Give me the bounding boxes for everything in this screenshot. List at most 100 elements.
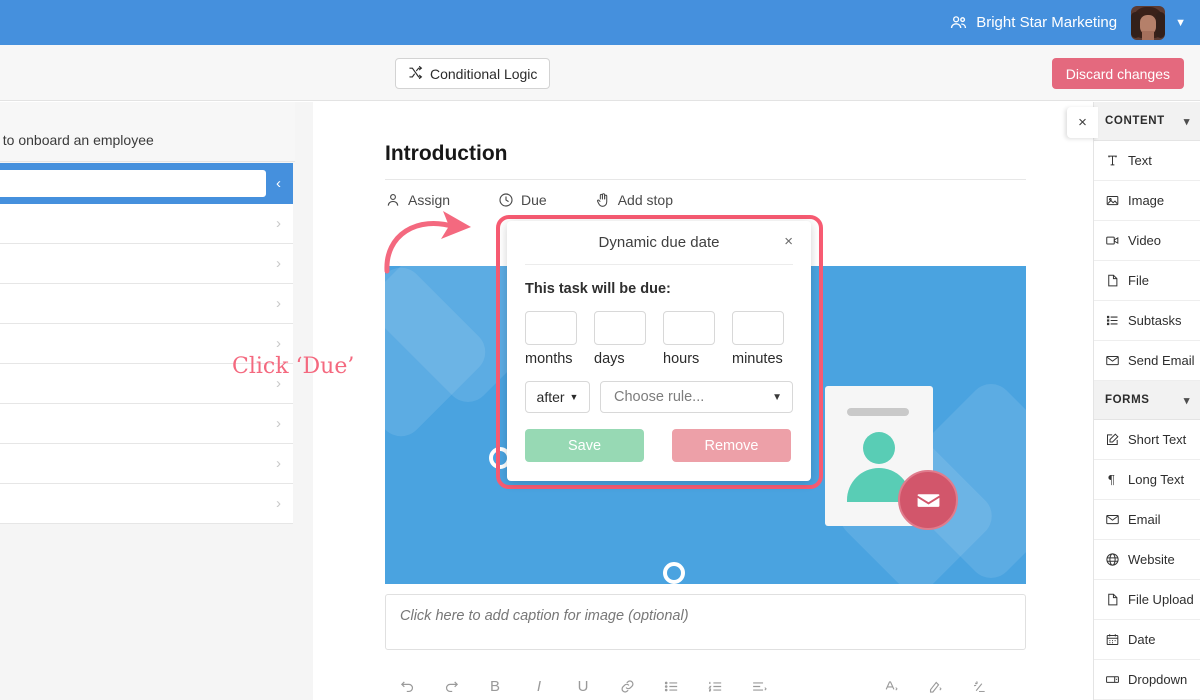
discard-changes-label: Discard changes (1065, 65, 1170, 82)
globe-icon (1105, 552, 1120, 567)
months-field: months (525, 311, 577, 367)
chevron-down-icon[interactable]: ▼ (1175, 17, 1186, 29)
minutes-input[interactable] (732, 311, 784, 345)
task-row[interactable]: › (0, 404, 293, 444)
sidebar-item-file-upload[interactable]: File Upload (1094, 580, 1200, 620)
annotation-text: Click ‘Due’ (232, 354, 355, 379)
chevron-right-icon[interactable]: › (276, 215, 281, 232)
sidebar-item-website[interactable]: Website (1094, 540, 1200, 580)
chevron-right-icon[interactable]: › (276, 335, 281, 352)
organization-selector[interactable]: Bright Star Marketing (949, 13, 1117, 32)
days-input[interactable] (594, 311, 646, 345)
sidebar-item-text[interactable]: Text (1094, 141, 1200, 181)
divider (385, 179, 1026, 180)
sidebar-item-file[interactable]: File (1094, 261, 1200, 301)
due-label: Due (521, 192, 547, 208)
font-color-icon[interactable] (869, 678, 913, 695)
discard-changes-button[interactable]: Discard changes (1051, 58, 1184, 89)
align-icon[interactable] (737, 678, 781, 695)
hand-icon (595, 192, 611, 208)
bold-icon[interactable]: B (473, 678, 517, 695)
task-name-input[interactable] (0, 170, 266, 197)
due-action[interactable]: Due (498, 192, 547, 208)
undo-icon[interactable] (385, 678, 429, 695)
months-input[interactable] (525, 311, 577, 345)
chevron-right-icon[interactable]: › (276, 455, 281, 472)
text-icon (1105, 153, 1120, 168)
sidebar-item-long-text[interactable]: ¶ Long Text (1094, 460, 1200, 500)
days-label: days (594, 351, 625, 367)
sidebar-item-video[interactable]: Video (1094, 221, 1200, 261)
chevron-down-icon[interactable]: ▾ (1184, 394, 1190, 407)
clear-format-icon[interactable] (957, 678, 1001, 695)
section-header-forms[interactable]: FORMS ▾ (1094, 381, 1200, 420)
relation-dropdown[interactable]: after ▼ (525, 381, 590, 413)
file-icon (1105, 273, 1120, 288)
decoration-circle (663, 562, 685, 584)
link-icon[interactable] (605, 678, 649, 695)
sidebar-item-image[interactable]: Image (1094, 181, 1200, 221)
hours-input[interactable] (663, 311, 715, 345)
save-button[interactable]: Save (525, 429, 644, 462)
avatar[interactable] (1131, 5, 1166, 40)
sidebar-item-short-text[interactable]: Short Text (1094, 420, 1200, 460)
sidebar-item-dropdown[interactable]: Dropdown (1094, 660, 1200, 700)
sidebar-item-label: Text (1128, 153, 1152, 168)
chevron-right-icon[interactable]: › (276, 495, 281, 512)
left-sidebar-subtitle: t to onboard an employee (0, 102, 295, 162)
organization-name: Bright Star Marketing (976, 14, 1118, 31)
sidebar-item-label: Website (1128, 552, 1175, 567)
add-stop-action[interactable]: Add stop (595, 192, 673, 208)
task-row[interactable]: › (0, 284, 293, 324)
envelope-badge-icon (898, 470, 958, 530)
sidebar-item-label: Send Email (1128, 353, 1195, 368)
chevron-right-icon[interactable]: › (276, 255, 281, 272)
close-icon[interactable]: × (784, 233, 793, 250)
conditional-logic-button[interactable]: Conditional Logic (395, 58, 551, 89)
sidebar-item-label: Short Text (1128, 432, 1187, 447)
numbered-list-icon[interactable] (693, 678, 737, 695)
task-row[interactable]: › (0, 204, 293, 244)
paragraph-icon: ¶ (1105, 472, 1120, 487)
clock-icon (498, 192, 514, 208)
pencil-square-icon (1105, 432, 1120, 447)
task-row-active[interactable]: ‹ (0, 163, 293, 204)
envelope-icon (1105, 512, 1120, 527)
sidebar-item-subtasks[interactable]: Subtasks (1094, 301, 1200, 341)
modal-title: Dynamic due date (598, 234, 720, 251)
shuffle-icon (408, 65, 423, 83)
modal-body: This task will be due: months days hours… (507, 265, 811, 462)
app-window: Bright Star Marketing ▼ Conditional Logi… (0, 0, 1200, 700)
task-row[interactable]: › (0, 244, 293, 284)
task-row[interactable]: › (0, 444, 293, 484)
bullet-list-icon[interactable] (649, 678, 693, 695)
remove-button[interactable]: Remove (672, 429, 791, 462)
rule-dropdown[interactable]: Choose rule... ▼ (600, 381, 793, 413)
assign-action[interactable]: Assign (385, 192, 450, 208)
chevron-right-icon[interactable]: › (276, 295, 281, 312)
sidebar-item-date[interactable]: Date (1094, 620, 1200, 660)
task-row[interactable]: › (0, 484, 293, 524)
people-icon (949, 13, 968, 32)
sidebar-item-email[interactable]: Email (1094, 500, 1200, 540)
close-panel-button[interactable]: × (1067, 107, 1098, 138)
underline-icon[interactable]: U (561, 678, 605, 695)
minutes-label: minutes (732, 351, 783, 367)
highlight-icon[interactable] (913, 678, 957, 695)
redo-icon[interactable] (429, 678, 473, 695)
section-header-content[interactable]: CONTENT ▾ (1094, 102, 1200, 141)
calendar-icon (1105, 632, 1120, 647)
chevron-right-icon[interactable]: › (276, 415, 281, 432)
sidebar-item-label: Long Text (1128, 472, 1185, 487)
sidebar-item-label: Subtasks (1128, 313, 1182, 328)
assign-label: Assign (408, 192, 451, 208)
sidebar-item-send-email[interactable]: Send Email (1094, 341, 1200, 381)
days-field: days (594, 311, 646, 367)
modal-header: Dynamic due date × (525, 221, 793, 265)
italic-icon[interactable]: I (517, 678, 561, 695)
hours-field: hours (663, 311, 715, 367)
hours-label: hours (663, 351, 700, 367)
chevron-left-icon[interactable]: ‹ (276, 175, 281, 192)
chevron-down-icon[interactable]: ▾ (1184, 115, 1190, 128)
image-caption-input[interactable]: Click here to add caption for image (opt… (385, 594, 1026, 650)
